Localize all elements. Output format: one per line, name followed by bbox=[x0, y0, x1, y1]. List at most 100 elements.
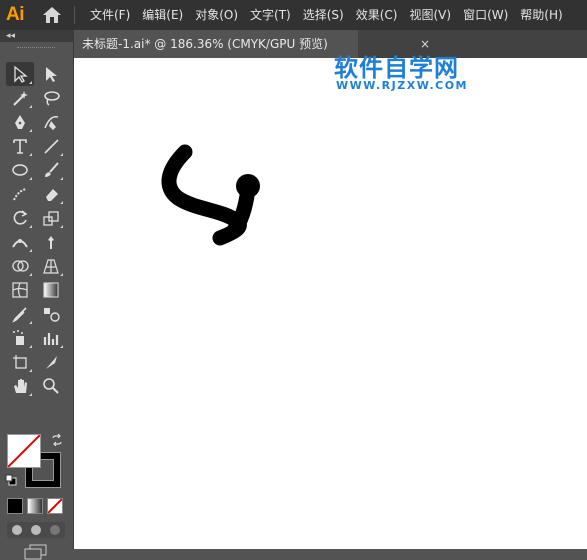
tool-row bbox=[6, 182, 68, 206]
mesh-tool-button[interactable] bbox=[6, 278, 34, 302]
selection-tool-button[interactable] bbox=[6, 62, 34, 86]
menu-edit[interactable]: 编辑(E) bbox=[136, 0, 189, 30]
swap-fill-stroke-icon[interactable] bbox=[51, 434, 63, 446]
tool-group-indicator bbox=[29, 393, 32, 396]
tool-group-indicator bbox=[29, 249, 32, 252]
document-tab[interactable]: 未标题-1.ai* @ 186.36% (CMYK/GPU 预览) bbox=[74, 30, 358, 58]
watermark-title: 软件自学网 bbox=[334, 54, 459, 82]
eyedropper-tool-button[interactable] bbox=[6, 302, 34, 326]
tools-grid bbox=[6, 62, 68, 398]
tool-group-indicator bbox=[60, 177, 63, 180]
tool-group-indicator bbox=[60, 201, 63, 204]
main-menu: 文件(F) 编辑(E) 对象(O) 文字(T) 选择(S) 效果(C) 视图(V… bbox=[82, 0, 569, 30]
curvature-tool-button[interactable] bbox=[37, 110, 65, 134]
line-segment-icon bbox=[44, 139, 59, 154]
width-tool-button[interactable] bbox=[6, 230, 34, 254]
perspective-grid-tool-button[interactable] bbox=[37, 254, 65, 278]
tool-group-indicator bbox=[29, 153, 32, 156]
tool-row bbox=[6, 206, 68, 230]
scale-tool-button[interactable] bbox=[37, 206, 65, 230]
tool-row bbox=[6, 278, 68, 302]
menu-select[interactable]: 选择(S) bbox=[297, 0, 350, 30]
eyedropper-icon bbox=[12, 307, 27, 323]
menu-window[interactable]: 窗口(W) bbox=[457, 0, 514, 30]
draw-inside-icon[interactable] bbox=[50, 525, 61, 535]
zoom-tool-button[interactable] bbox=[37, 374, 65, 398]
rotate-tool-button[interactable] bbox=[6, 206, 34, 230]
zoom-icon bbox=[43, 378, 59, 394]
gradient-tool-button[interactable] bbox=[37, 278, 65, 302]
magic-wand-icon bbox=[13, 91, 28, 106]
menu-file[interactable]: 文件(F) bbox=[82, 0, 136, 30]
paintbrush-tool-button[interactable] bbox=[37, 158, 65, 182]
blend-tool-button[interactable] bbox=[37, 302, 65, 326]
eraser-icon bbox=[46, 189, 58, 201]
tool-group-indicator bbox=[29, 177, 32, 180]
curvature-icon bbox=[44, 115, 59, 130]
hand-tool-button[interactable] bbox=[6, 374, 34, 398]
perspective-grid-icon bbox=[43, 259, 59, 274]
gradient-icon bbox=[43, 282, 59, 298]
direct-selection-tool-button[interactable] bbox=[37, 62, 65, 86]
tool-group-indicator bbox=[29, 225, 32, 228]
mesh-icon bbox=[12, 282, 28, 298]
draw-behind-icon[interactable] bbox=[30, 525, 41, 535]
shaper-tool-button[interactable] bbox=[6, 182, 34, 206]
ellipse-tool-button[interactable] bbox=[6, 158, 34, 182]
shaper-icon bbox=[13, 188, 27, 201]
hand-icon bbox=[14, 379, 27, 393]
tool-row bbox=[6, 326, 68, 350]
tool-group-indicator bbox=[29, 273, 32, 276]
tool-group-indicator bbox=[60, 153, 63, 156]
tool-group-indicator bbox=[29, 321, 32, 324]
screen-mode-icon[interactable] bbox=[24, 544, 48, 560]
menu-help[interactable]: 帮助(H) bbox=[514, 0, 568, 30]
tool-row bbox=[6, 110, 68, 134]
artboard-canvas[interactable] bbox=[74, 58, 587, 549]
blend-icon bbox=[44, 308, 60, 322]
shape-builder-tool-button[interactable] bbox=[6, 254, 34, 278]
pen-icon bbox=[15, 115, 25, 129]
gradient-button[interactable] bbox=[27, 498, 43, 514]
draw-normal-icon[interactable] bbox=[11, 525, 22, 535]
document-tab-bar: 未标题-1.ai* @ 186.36% (CMYK/GPU 预览) × bbox=[74, 30, 587, 58]
tool-row bbox=[6, 350, 68, 374]
color-button[interactable] bbox=[7, 498, 23, 514]
magic-wand-tool-button[interactable] bbox=[6, 86, 34, 110]
pen-tool-button[interactable] bbox=[6, 110, 34, 134]
eraser-tool-button[interactable] bbox=[37, 182, 65, 206]
direct-selection-icon bbox=[46, 67, 57, 82]
default-fill-stroke-icon[interactable] bbox=[5, 474, 17, 486]
artboard-tool-button[interactable] bbox=[6, 350, 34, 374]
tool-row bbox=[6, 86, 68, 110]
lasso-tool-button[interactable] bbox=[37, 86, 65, 110]
width-icon bbox=[12, 239, 28, 248]
menu-effect[interactable]: 效果(C) bbox=[350, 0, 404, 30]
none-button[interactable] bbox=[47, 498, 63, 514]
tool-group-indicator bbox=[29, 81, 32, 84]
fill-stroke-controls bbox=[5, 434, 65, 494]
tools-panel-collapse[interactable]: ◂◂ bbox=[0, 30, 73, 42]
tool-row bbox=[6, 158, 68, 182]
menu-object[interactable]: 对象(O) bbox=[189, 0, 244, 30]
column-graph-tool-button[interactable] bbox=[37, 326, 65, 350]
home-icon[interactable] bbox=[42, 6, 62, 24]
shape-builder-icon bbox=[12, 260, 29, 272]
type-tool-button[interactable] bbox=[6, 134, 34, 158]
menu-view[interactable]: 视图(V) bbox=[403, 0, 457, 30]
scale-icon bbox=[43, 211, 59, 226]
brush-stroke[interactable] bbox=[74, 58, 587, 549]
symbol-sprayer-tool-button[interactable] bbox=[6, 326, 34, 350]
type-icon bbox=[13, 139, 27, 154]
none-fill-icon bbox=[8, 435, 40, 467]
tool-group-indicator bbox=[29, 345, 32, 348]
fill-swatch[interactable] bbox=[7, 434, 41, 468]
menu-type[interactable]: 文字(T) bbox=[244, 0, 297, 30]
tools-panel-grip[interactable] bbox=[17, 47, 55, 50]
tool-row bbox=[6, 230, 68, 254]
menu-separator bbox=[74, 6, 75, 24]
line-segment-tool-button[interactable] bbox=[37, 134, 65, 158]
slice-tool-button[interactable] bbox=[37, 350, 65, 374]
puppet-warp-tool-button[interactable] bbox=[37, 230, 65, 254]
column-graph-icon bbox=[43, 333, 59, 345]
